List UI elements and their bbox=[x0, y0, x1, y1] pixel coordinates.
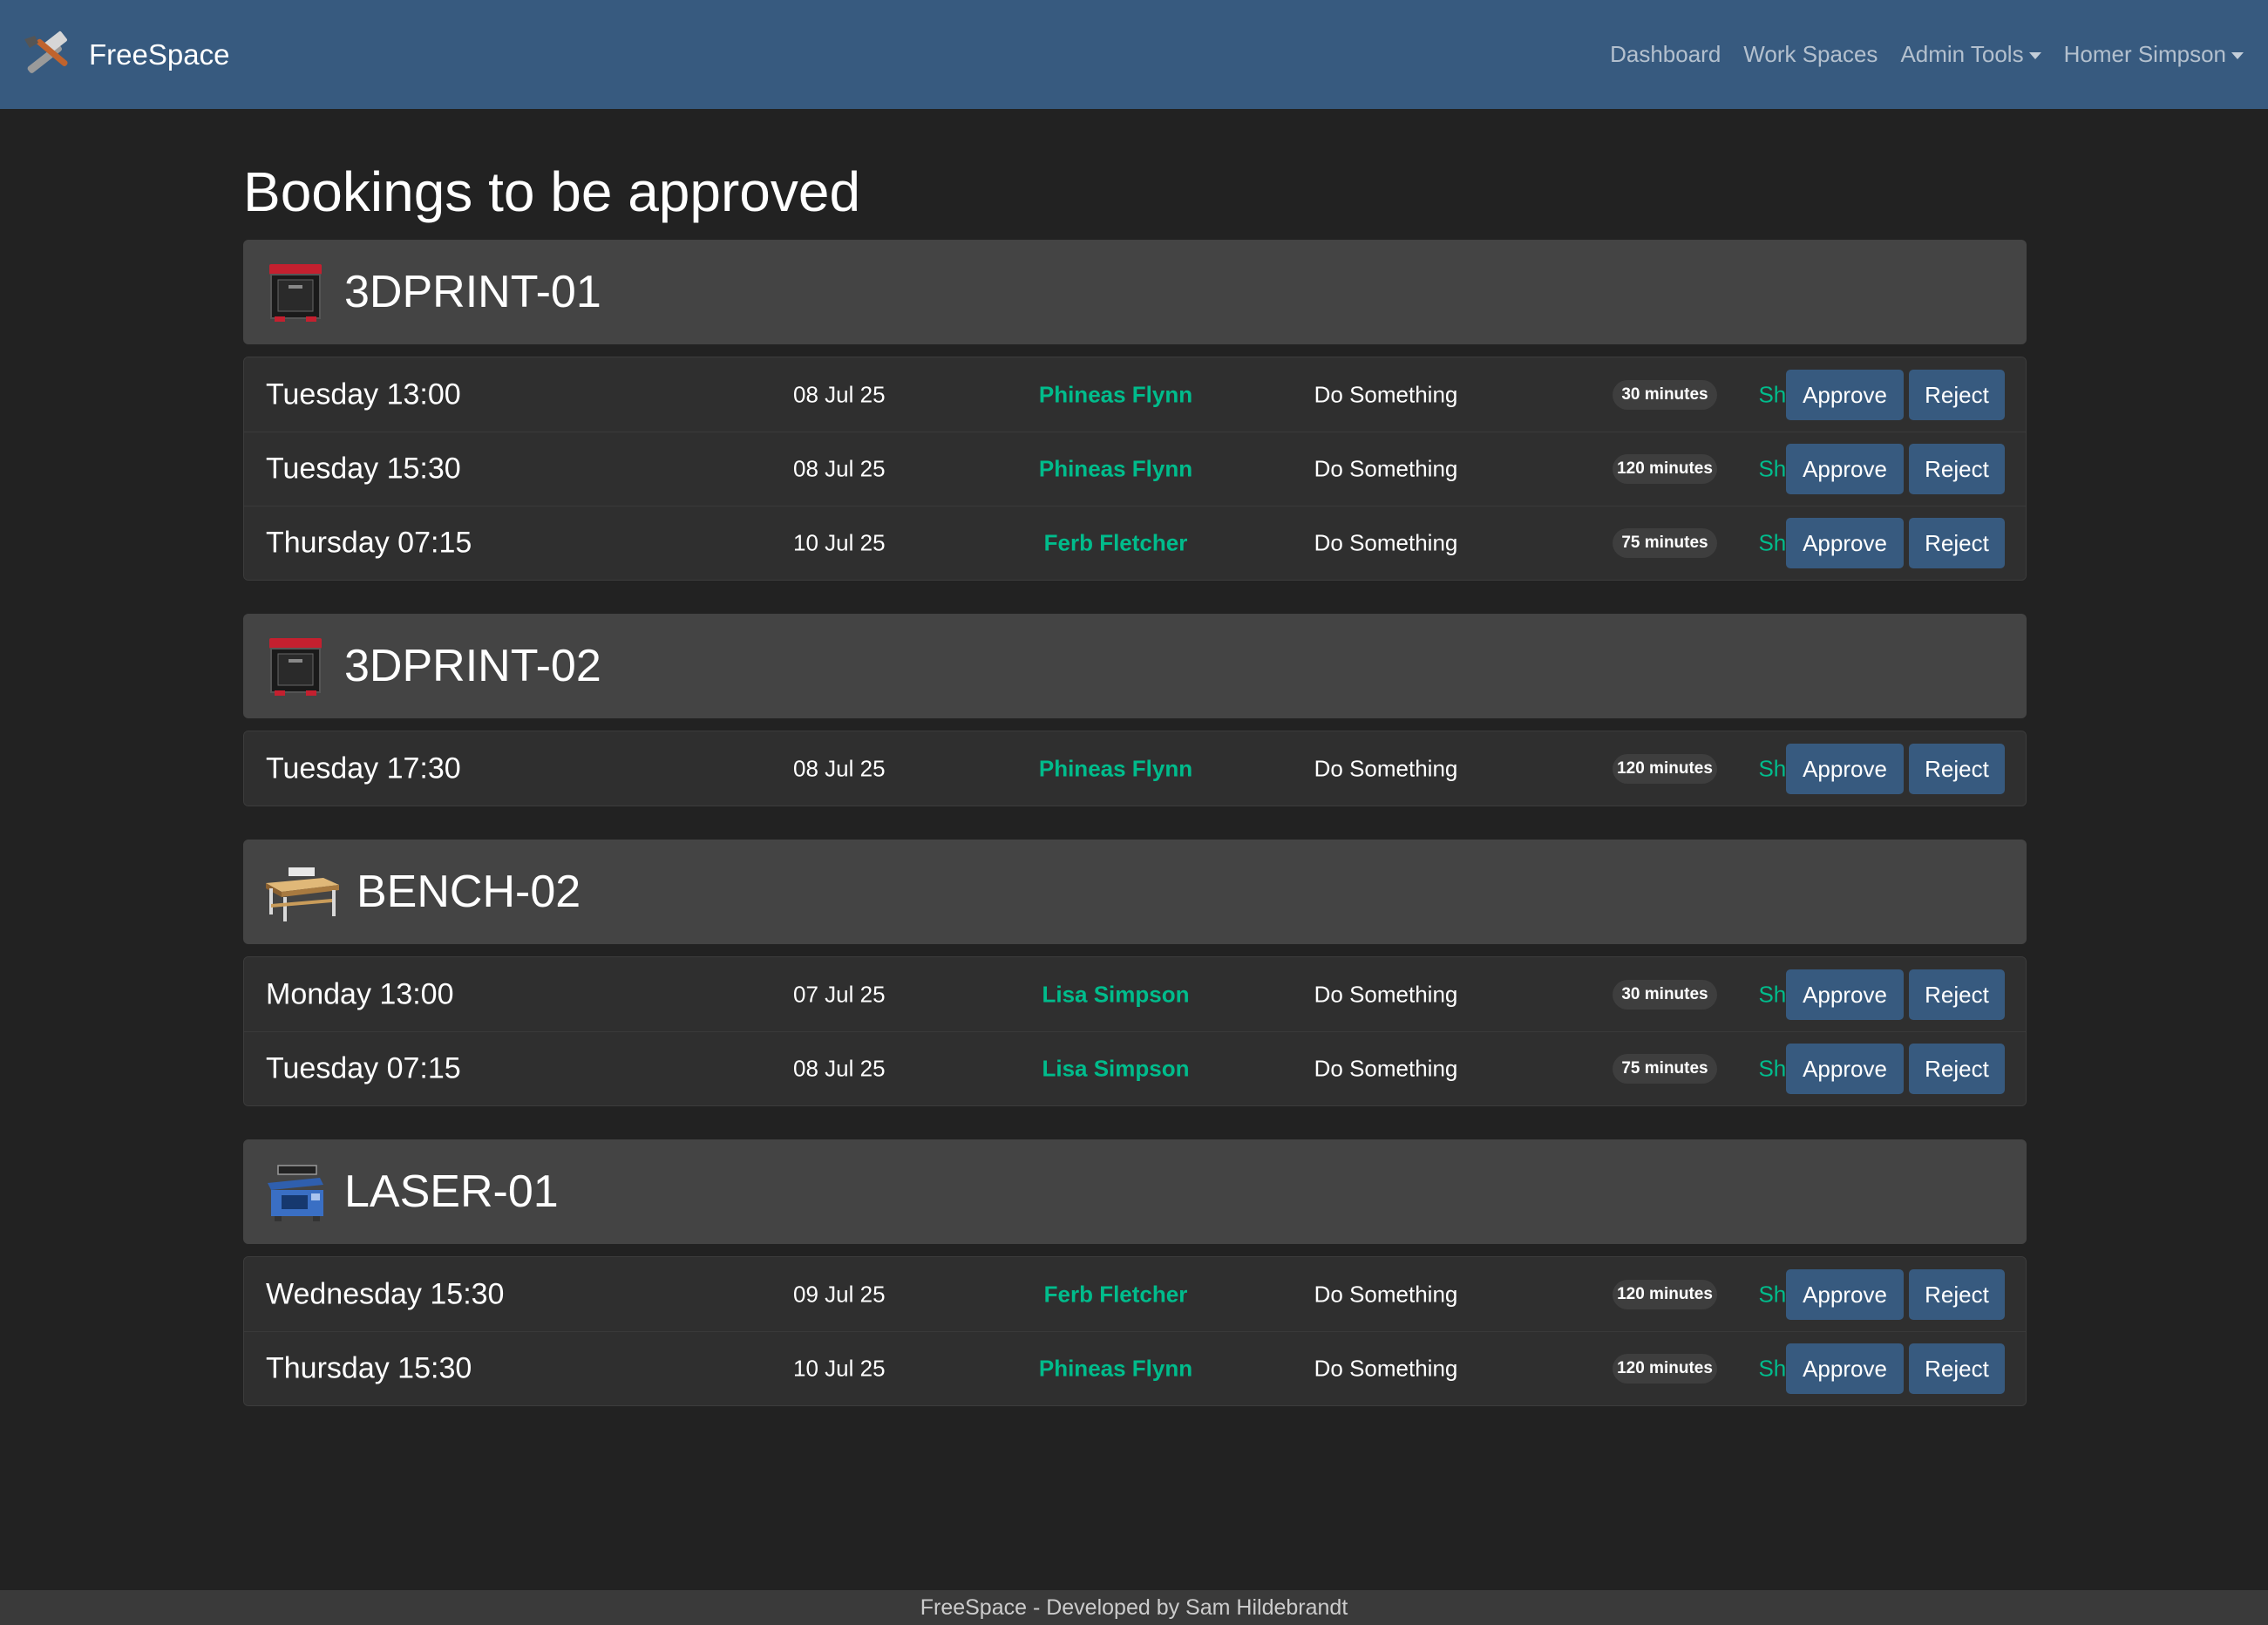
nav-workspaces[interactable]: Work Spaces bbox=[1743, 41, 1878, 68]
reject-button[interactable]: Reject bbox=[1909, 1343, 2005, 1394]
booking-day-time: Tuesday 13:00 bbox=[266, 377, 461, 411]
booking-day-time: Tuesday 17:30 bbox=[266, 751, 461, 785]
booking-day-time: Thursday 15:30 bbox=[266, 1351, 472, 1385]
approve-button[interactable]: Approve bbox=[1786, 369, 1904, 420]
booking-row: Monday 13:00 07 Jul 25 Lisa Simpson Do Some… bbox=[244, 957, 2026, 1031]
nav-admin-tools-dropdown[interactable]: Admin Tools bbox=[1900, 41, 2041, 68]
caret-down-icon bbox=[2231, 52, 2244, 60]
booking-day-time: Thursday 07:15 bbox=[266, 526, 472, 560]
booking-groups: 3DPRINT-01 Tuesday 13:00 08 Jul 25 Phineas … bbox=[243, 240, 2027, 1406]
booking-day-time: Tuesday 15:30 bbox=[266, 452, 461, 486]
booking-task: Do Something bbox=[1314, 755, 1458, 781]
booking-day-time: Monday 13:00 bbox=[266, 977, 454, 1010]
reject-button[interactable]: Reject bbox=[1909, 518, 2005, 568]
booking-row: Tuesday 07:15 08 Jul 25 Lisa Simpson Do Som… bbox=[244, 1031, 2026, 1105]
booking-date: 08 Jul 25 bbox=[793, 1055, 886, 1082]
main-content: Bookings to be approved 3DPRINT-01 Tuesda… bbox=[243, 109, 2027, 1406]
booking-date: 08 Jul 25 bbox=[793, 755, 886, 781]
booking-row: Tuesday 15:30 08 Jul 25 Phineas Flynn Do So… bbox=[244, 432, 2026, 506]
booking-row: Tuesday 17:30 08 Jul 25 Phineas Flynn Do So… bbox=[244, 731, 2026, 806]
workspace-name: LASER-01 bbox=[344, 1166, 559, 1217]
workspace-name: BENCH-02 bbox=[356, 867, 581, 917]
3d-printer-icon bbox=[269, 638, 322, 696]
caret-down-icon bbox=[2028, 52, 2041, 60]
nav-user-label: Homer Simpson bbox=[2063, 41, 2226, 67]
booking-task: Do Something bbox=[1314, 1055, 1458, 1082]
nav-links: Dashboard Work Spaces Admin Tools Homer … bbox=[1610, 41, 2244, 68]
booking-task: Do Something bbox=[1314, 1281, 1458, 1307]
approve-button[interactable]: Approve bbox=[1786, 518, 1904, 568]
booking-task: Do Something bbox=[1314, 529, 1458, 556]
workspace-header: BENCH-02 bbox=[243, 840, 2027, 944]
reject-button[interactable]: Reject bbox=[1909, 743, 2005, 794]
workspace-header: 3DPRINT-02 bbox=[243, 614, 2027, 718]
tools-logo-icon bbox=[24, 31, 68, 73]
booking-date: 08 Jul 25 bbox=[793, 455, 886, 482]
reject-button[interactable]: Reject bbox=[1909, 1044, 2005, 1094]
booking-list: Tuesday 17:30 08 Jul 25 Phineas Flynn Do So… bbox=[243, 731, 2027, 806]
booking-user-link[interactable]: Phineas Flynn bbox=[976, 1356, 1255, 1383]
booking-user-link[interactable]: Ferb Fletcher bbox=[976, 1281, 1255, 1308]
booking-row: Tuesday 13:00 08 Jul 25 Phineas Flynn Do So… bbox=[244, 357, 2026, 432]
booking-task: Do Something bbox=[1314, 981, 1458, 1007]
booking-date: 10 Jul 25 bbox=[793, 529, 886, 556]
brand-name: FreeSpace bbox=[89, 37, 230, 71]
booking-day-time: Wednesday 15:30 bbox=[266, 1277, 505, 1310]
booking-date: 08 Jul 25 bbox=[793, 381, 886, 407]
reject-button[interactable]: Reject bbox=[1909, 369, 2005, 420]
booking-task: Do Something bbox=[1314, 381, 1458, 407]
footer: FreeSpace - Developed by Sam Hildebrandt bbox=[0, 1590, 2268, 1625]
approve-button[interactable]: Approve bbox=[1786, 969, 1904, 1020]
approve-button[interactable]: Approve bbox=[1786, 1044, 1904, 1094]
approve-button[interactable]: Approve bbox=[1786, 444, 1904, 494]
footer-text: FreeSpace - Developed by Sam Hildebrandt bbox=[920, 1595, 1348, 1620]
booking-list: Monday 13:00 07 Jul 25 Lisa Simpson Do Some… bbox=[243, 956, 2027, 1106]
booking-date: 09 Jul 25 bbox=[793, 1281, 886, 1307]
booking-task: Do Something bbox=[1314, 455, 1458, 482]
booking-user-link[interactable]: Phineas Flynn bbox=[976, 381, 1255, 408]
approve-button[interactable]: Approve bbox=[1786, 743, 1904, 794]
workbench-icon bbox=[266, 867, 339, 921]
booking-day-time: Tuesday 07:15 bbox=[266, 1051, 461, 1085]
reject-button[interactable]: Reject bbox=[1909, 1268, 2005, 1320]
brand[interactable]: FreeSpace bbox=[19, 31, 229, 79]
booking-date: 07 Jul 25 bbox=[793, 981, 886, 1007]
page-title: Bookings to be approved bbox=[243, 160, 861, 223]
booking-user-link[interactable]: Ferb Fletcher bbox=[976, 530, 1255, 557]
3d-printer-icon bbox=[269, 264, 322, 322]
booking-task: Do Something bbox=[1314, 1355, 1458, 1382]
laser-cutter-icon bbox=[268, 1165, 323, 1221]
navbar: FreeSpace Dashboard Work Spaces Admin To… bbox=[0, 0, 2268, 109]
workspace-header: 3DPRINT-01 bbox=[243, 240, 2027, 344]
nav-dashboard[interactable]: Dashboard bbox=[1610, 41, 1721, 68]
workspace-header: LASER-01 bbox=[243, 1139, 2027, 1244]
booking-list: Tuesday 13:00 08 Jul 25 Phineas Flynn Do So… bbox=[243, 357, 2027, 581]
booking-row: Thursday 07:15 10 Jul 25 Ferb Fletcher Do S… bbox=[244, 506, 2026, 580]
booking-row: Thursday 15:30 10 Jul 25 Phineas Flynn Do S… bbox=[244, 1331, 2026, 1405]
booking-user-link[interactable]: Lisa Simpson bbox=[976, 981, 1255, 1008]
nav-admin-label: Admin Tools bbox=[1900, 41, 2024, 67]
booking-list: Wednesday 15:30 09 Jul 25 Ferb Fletcher Do … bbox=[243, 1256, 2027, 1406]
booking-user-link[interactable]: Lisa Simpson bbox=[976, 1056, 1255, 1083]
reject-button[interactable]: Reject bbox=[1909, 969, 2005, 1020]
approve-button[interactable]: Approve bbox=[1786, 1343, 1904, 1394]
workspace-name: 3DPRINT-01 bbox=[344, 267, 601, 317]
approve-button[interactable]: Approve bbox=[1786, 1268, 1904, 1320]
workspace-name: 3DPRINT-02 bbox=[344, 641, 601, 691]
booking-row: Wednesday 15:30 09 Jul 25 Ferb Fletcher Do … bbox=[244, 1257, 2026, 1331]
booking-user-link[interactable]: Phineas Flynn bbox=[976, 755, 1255, 782]
nav-user-dropdown[interactable]: Homer Simpson bbox=[2064, 41, 2244, 68]
booking-user-link[interactable]: Phineas Flynn bbox=[976, 456, 1255, 483]
booking-date: 10 Jul 25 bbox=[793, 1355, 886, 1382]
reject-button[interactable]: Reject bbox=[1909, 444, 2005, 494]
